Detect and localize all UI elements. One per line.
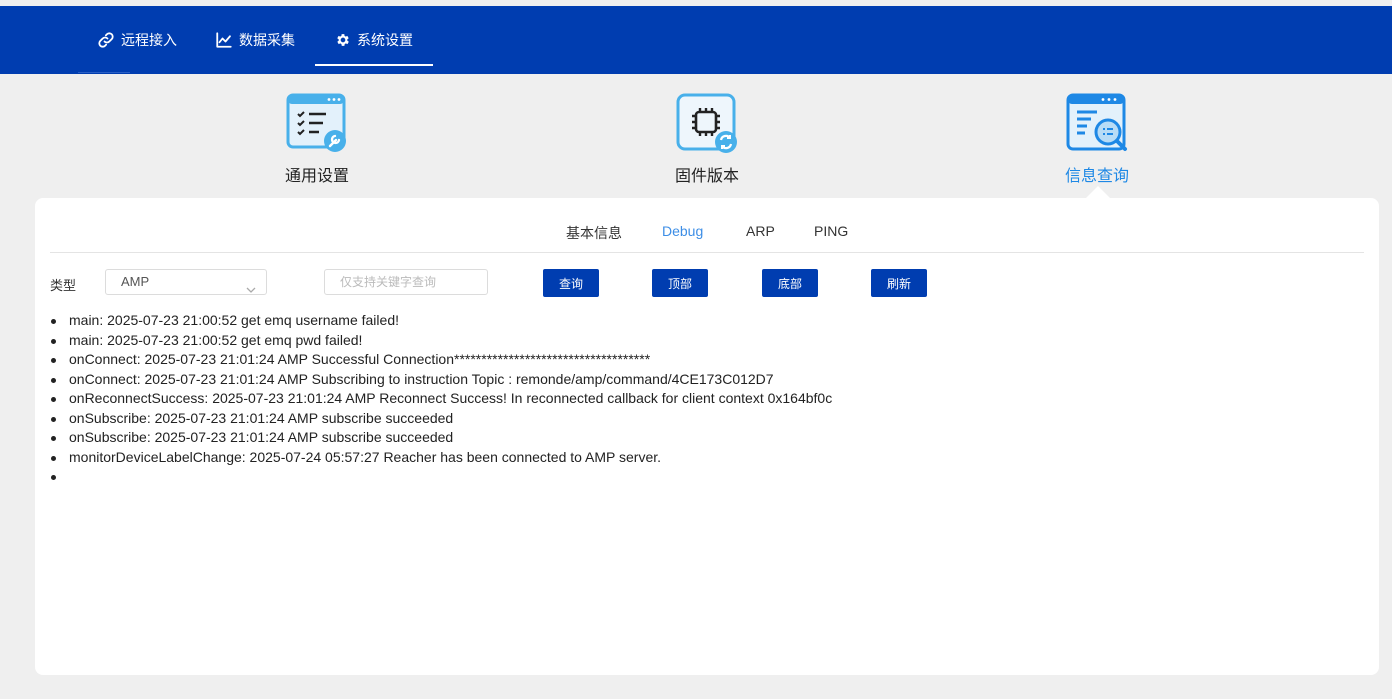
nav-item-data-collection[interactable]: 数据采集: [215, 6, 295, 74]
category-label: 固件版本: [674, 168, 739, 185]
tab-arp[interactable]: ARP: [746, 223, 775, 239]
top-button[interactable]: 顶部: [652, 269, 708, 297]
type-select-value: AMP: [121, 274, 150, 289]
log-line: onReconnectSuccess: 2025-07-23 21:01:24 …: [50, 389, 832, 409]
keyword-search-input[interactable]: [324, 269, 488, 295]
nav-item-remote-access[interactable]: 远程接入: [97, 6, 177, 74]
top-nav-bar: 远程接入 数据采集 系统设置: [0, 6, 1392, 74]
log-line: onConnect: 2025-07-23 21:01:24 AMP Subsc…: [50, 370, 832, 390]
type-label: 类型: [50, 278, 77, 293]
refresh-button[interactable]: 刷新: [871, 269, 927, 297]
tab-basic-info[interactable]: 基本信息: [566, 223, 622, 243]
gear-icon: [335, 32, 351, 48]
link-icon: [97, 31, 115, 49]
chevron-down-icon: [246, 278, 256, 302]
log-line: main: 2025-07-23 21:00:52 get emq pwd fa…: [50, 331, 832, 351]
log-line: onSubscribe: 2025-07-23 21:01:24 AMP sub…: [50, 428, 832, 448]
line-chart-icon: [215, 31, 233, 49]
log-line: [50, 467, 832, 487]
category-general-settings[interactable]: 通用设置: [257, 92, 377, 186]
info-query-panel: 基本信息 Debug ARP PING 类型 AMP 查询 顶部 底部 刷新 m…: [35, 198, 1379, 675]
query-button[interactable]: 查询: [543, 269, 599, 297]
category-firmware-version[interactable]: 固件版本: [647, 92, 767, 186]
info-query-icon: [1065, 92, 1129, 156]
category-info-query[interactable]: 信息查询: [1037, 92, 1157, 186]
category-label: 信息查询: [1064, 168, 1129, 185]
debug-log-list: main: 2025-07-23 21:00:52 get emq userna…: [50, 311, 832, 487]
bottom-button[interactable]: 底部: [762, 269, 818, 297]
nav-item-label: 远程接入: [121, 32, 177, 48]
nav-item-label: 数据采集: [239, 32, 295, 48]
log-line: main: 2025-07-23 21:00:52 get emq userna…: [50, 311, 832, 331]
log-line: onSubscribe: 2025-07-23 21:01:24 AMP sub…: [50, 409, 832, 429]
panel-caret: [1086, 186, 1110, 198]
subtab-bar: 基本信息 Debug ARP PING: [50, 198, 1364, 253]
nav-item-label: 系统设置: [357, 32, 413, 48]
tab-ping[interactable]: PING: [814, 223, 848, 239]
category-label: 通用设置: [284, 168, 349, 185]
nav-item-system-settings[interactable]: 系统设置: [315, 6, 433, 74]
type-select[interactable]: AMP: [105, 269, 267, 295]
general-settings-icon: [285, 92, 349, 156]
log-line: onConnect: 2025-07-23 21:01:24 AMP Succe…: [50, 350, 832, 370]
log-line: monitorDeviceLabelChange: 2025-07-24 05:…: [50, 448, 832, 468]
tab-debug[interactable]: Debug: [662, 223, 703, 239]
firmware-chip-icon: [675, 92, 739, 156]
